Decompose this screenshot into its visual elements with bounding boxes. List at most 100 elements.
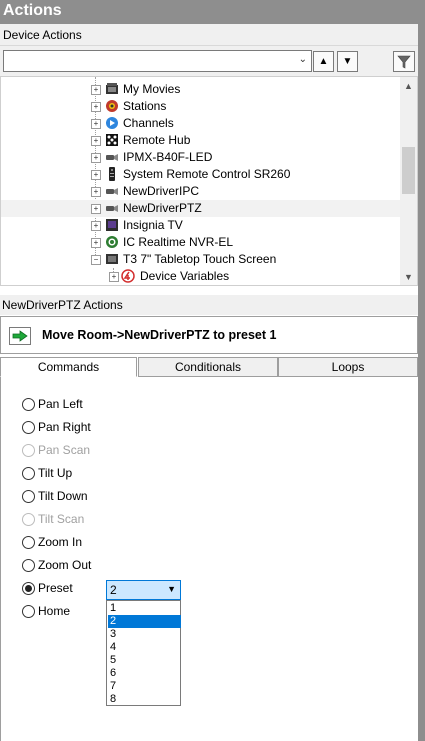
camera-icon (106, 154, 118, 161)
chevron-up-icon[interactable]: ▲ (404, 81, 413, 91)
expand-icon[interactable]: + (91, 187, 101, 197)
action-title: Move Room->NewDriverPTZ to preset 1 (42, 328, 277, 342)
tree-item-ic-realtime-nvr[interactable]: + IC Realtime NVR-EL (1, 234, 401, 251)
camera-icon (106, 188, 118, 195)
previous-button[interactable]: ▲ (313, 51, 334, 72)
preset-option[interactable]: 2 (108, 615, 181, 628)
radio-button[interactable] (22, 490, 35, 503)
device-tree[interactable]: + My Movies + Stations + Channels + Remo… (0, 76, 418, 286)
command-label: Zoom In (38, 535, 83, 549)
tab-conditionals[interactable]: Conditionals (138, 357, 278, 377)
command-label: Tilt Up (38, 466, 73, 480)
touchscreen-icon (106, 254, 118, 264)
remote-icon (109, 167, 115, 181)
tree-item-remote-hub[interactable]: + Remote Hub (1, 132, 401, 149)
actions-header: NewDriverPTZ Actions (0, 295, 418, 315)
preset-dropdown-list[interactable]: 1 2 3 4 5 6 7 8 (106, 600, 181, 706)
nvr-icon (106, 236, 118, 248)
preset-option[interactable]: 6 (108, 667, 181, 680)
expand-icon[interactable]: + (91, 170, 101, 180)
preset-option[interactable]: 8 (108, 693, 181, 706)
expand-icon[interactable]: + (91, 136, 101, 146)
stations-icon (106, 100, 118, 112)
command-label: Zoom Out (38, 558, 92, 572)
tree-item-newdriveripc[interactable]: + NewDriverIPC (1, 183, 401, 200)
chevron-down-icon: ▼ (342, 56, 353, 67)
tree-item-label: Device Variables (140, 269, 230, 283)
device-actions-label: Device Actions (0, 24, 418, 46)
chevron-down-icon[interactable]: ⌄ (299, 54, 307, 65)
tv-icon (106, 219, 118, 231)
variables-icon (121, 269, 135, 283)
tree-item-t3-touch-screen[interactable]: − T3 7" Tabletop Touch Screen (1, 251, 401, 268)
tab-loops[interactable]: Loops (278, 357, 418, 377)
movies-icon (106, 83, 118, 94)
filter-button[interactable] (393, 51, 415, 72)
expand-icon[interactable]: + (109, 272, 119, 282)
radio-button[interactable] (22, 559, 35, 572)
tree-item-system-remote-control[interactable]: + System Remote Control SR260 (1, 166, 401, 183)
radio-button[interactable] (22, 536, 35, 549)
preset-option[interactable]: 7 (108, 680, 181, 693)
command-label: Pan Right (38, 420, 91, 434)
expand-icon[interactable]: + (91, 238, 101, 248)
tree-item-label: IC Realtime NVR-EL (123, 235, 234, 249)
tree-item-channels[interactable]: + Channels (1, 115, 401, 132)
expand-icon[interactable]: + (91, 119, 101, 129)
tree-item-device-variables[interactable]: + Device Variables (1, 268, 401, 285)
tree-item-label: Remote Hub (123, 133, 191, 147)
preset-option[interactable]: 4 (108, 641, 181, 654)
tree-item-label: Channels (123, 116, 174, 130)
preset-option[interactable]: 3 (108, 628, 181, 641)
tree-item-label: My Movies (123, 82, 181, 96)
expand-icon[interactable]: + (91, 204, 101, 214)
command-label: Pan Left (38, 397, 83, 411)
radio-button (22, 513, 35, 526)
radio-button[interactable] (22, 467, 35, 480)
radio-button[interactable] (22, 398, 35, 411)
tree-item-ipmx-b40f-led[interactable]: + IPMX-B40F-LED (1, 149, 401, 166)
chevron-down-icon[interactable]: ▼ (404, 272, 413, 282)
scrollbar-thumb[interactable] (402, 147, 415, 194)
tree-item-label: NewDriverPTZ (123, 201, 202, 215)
tree-item-label: IPMX-B40F-LED (123, 150, 213, 164)
hub-icon (106, 134, 118, 146)
camera-icon (106, 205, 118, 212)
filter-icon (397, 55, 411, 68)
tree-item-label: Stations (123, 99, 167, 113)
tree-item-insignia-tv[interactable]: + Insignia TV (1, 217, 401, 234)
chevron-down-icon[interactable]: ▼ (167, 584, 176, 594)
commands-panel: Pan Left Pan Right Pan Scan Tilt Up Tilt… (0, 377, 418, 741)
tree-item-my-movies[interactable]: + My Movies (1, 81, 401, 98)
execute-action-button[interactable] (9, 327, 31, 345)
expand-icon[interactable]: + (91, 153, 101, 163)
tab-commands[interactable]: Commands (0, 357, 137, 377)
preset-option[interactable]: 5 (108, 654, 181, 667)
tree-item-label: Insignia TV (123, 218, 183, 232)
next-button[interactable]: ▼ (337, 51, 358, 72)
preset-select[interactable]: 2 ▼ (106, 580, 181, 600)
tree-item-stations[interactable]: + Stations (1, 98, 401, 115)
expand-icon[interactable]: + (91, 221, 101, 231)
device-search-combo[interactable]: ⌄ (3, 50, 312, 72)
window-title: Actions (0, 0, 425, 24)
arrow-right-icon (12, 330, 28, 342)
radio-button[interactable] (22, 605, 35, 618)
chevron-up-icon: ▲ (318, 56, 329, 67)
channels-icon (106, 117, 118, 129)
tree-scrollbar[interactable]: ▲ ▼ (400, 77, 417, 285)
window-edge (418, 24, 425, 741)
command-label: Preset (38, 581, 73, 595)
collapse-icon[interactable]: − (91, 255, 101, 265)
tree-item-newdriverptz[interactable]: + NewDriverPTZ (1, 200, 401, 217)
tree-item-label: NewDriverIPC (123, 184, 200, 198)
expand-icon[interactable]: + (91, 102, 101, 112)
preset-option[interactable]: 1 (108, 602, 181, 615)
expand-icon[interactable]: + (91, 85, 101, 95)
command-label: Tilt Scan (38, 512, 85, 526)
tree-item-label: T3 7" Tabletop Touch Screen (123, 252, 277, 266)
radio-button[interactable] (22, 421, 35, 434)
command-label: Pan Scan (38, 443, 91, 457)
tree-item-label: System Remote Control SR260 (123, 167, 291, 181)
radio-button[interactable] (22, 582, 35, 595)
